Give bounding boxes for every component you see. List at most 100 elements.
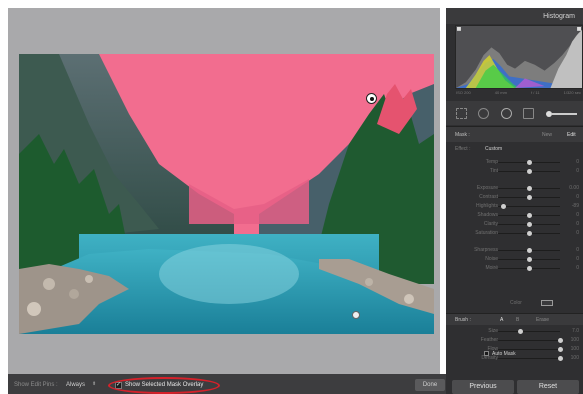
slider-value[interactable]: 0 — [576, 212, 579, 218]
slider-track[interactable] — [498, 160, 560, 165]
slider-row: Contrast 0 — [446, 194, 583, 201]
slider-value[interactable]: 0 — [576, 168, 579, 174]
slider-row: Moiré 0 — [446, 265, 583, 272]
show-edit-pins-select[interactable]: Always — [66, 382, 85, 388]
brush-handle[interactable] — [552, 113, 577, 115]
photo-preview[interactable] — [19, 54, 434, 334]
slider-row: Sharpness 0 — [446, 247, 583, 254]
slider-track[interactable] — [498, 222, 560, 227]
slider-value[interactable]: 100 — [571, 337, 579, 343]
automask-checkbox[interactable] — [484, 351, 489, 357]
histogram-info: ISO 200 40 mm f / 11 1/320 sec — [456, 90, 581, 95]
effect-select[interactable]: Custom — [485, 146, 502, 152]
slider-value[interactable]: 0.00 — [569, 185, 579, 191]
slider-knob[interactable] — [500, 204, 506, 209]
color-swatch[interactable] — [541, 300, 553, 306]
slider-track[interactable] — [498, 266, 560, 271]
slider-row: Feather 100 — [446, 337, 583, 344]
done-button[interactable]: Done — [415, 379, 445, 391]
graduated-filter-icon[interactable] — [523, 108, 534, 119]
slider-knob[interactable] — [527, 169, 532, 174]
slider-label: Temp — [485, 159, 498, 165]
slider-track[interactable] — [498, 169, 560, 174]
slider-row: Tint 0 — [446, 168, 583, 175]
slider-value[interactable]: 0 — [576, 159, 579, 165]
image-canvas — [8, 8, 440, 374]
brush-b-tab[interactable]: B — [516, 317, 519, 323]
slider-label: Tint — [489, 168, 498, 174]
edit-pin[interactable] — [352, 311, 360, 319]
slider-knob[interactable] — [517, 329, 523, 334]
histogram-header[interactable]: Histogram — [446, 8, 583, 24]
slider-track[interactable] — [498, 248, 560, 253]
slider-knob[interactable] — [558, 356, 563, 361]
slider-knob[interactable] — [527, 248, 532, 253]
slider-row: Highlights -89 — [446, 203, 583, 210]
edit-pin-active[interactable] — [366, 93, 377, 104]
slider-row: Exposure 0.00 — [446, 185, 583, 192]
slider-row: Saturation 0 — [446, 230, 583, 237]
shutter-info: 1/320 sec — [563, 90, 581, 95]
slider-track[interactable] — [498, 347, 563, 352]
automask-label: Auto Mask — [492, 351, 516, 357]
slider-track[interactable] — [498, 213, 560, 218]
brush-a-tab[interactable]: A — [500, 317, 503, 323]
slider-label: Size — [488, 328, 498, 334]
brush-erase-tab[interactable]: Erase — [536, 317, 549, 323]
red-eye-icon[interactable] — [501, 108, 512, 119]
aperture-info: f / 11 — [530, 90, 540, 95]
slider-value[interactable]: 100 — [571, 355, 579, 361]
slider-track[interactable] — [498, 186, 560, 191]
slider-value[interactable]: 0 — [576, 194, 579, 200]
brush-row: Brush : A B Erase — [446, 313, 583, 325]
slider-knob[interactable] — [527, 222, 532, 227]
chevron-updown-icon[interactable]: ⬍ — [92, 381, 96, 387]
slider-track[interactable] — [498, 195, 560, 200]
slider-knob[interactable] — [558, 347, 563, 352]
highlight-ellipse — [108, 377, 220, 394]
slider-label: Sharpness — [474, 247, 498, 253]
slider-track[interactable] — [498, 257, 560, 262]
slider-row: Temp 0 — [446, 159, 583, 166]
slider-label: Moiré — [485, 265, 498, 271]
slider-value[interactable]: -89 — [572, 203, 579, 209]
slider-value[interactable]: 100 — [571, 346, 579, 352]
slider-knob[interactable] — [527, 186, 532, 191]
slider-knob[interactable] — [527, 213, 532, 218]
slider-value[interactable]: 0 — [576, 247, 579, 253]
slider-label: Exposure — [476, 185, 498, 191]
slider-knob[interactable] — [527, 195, 532, 200]
show-edit-pins-label: Show Edit Pins : — [14, 382, 58, 388]
automask-row[interactable]: Auto Mask — [484, 351, 516, 357]
slider-knob[interactable] — [558, 338, 563, 343]
effect-row: Effect : Custom — [455, 146, 580, 152]
brush-label: Brush : — [455, 317, 471, 323]
slider-value[interactable]: 0 — [576, 230, 579, 236]
slider-track[interactable] — [498, 356, 563, 361]
slider-label: Saturation — [475, 230, 498, 236]
slider-knob[interactable] — [527, 266, 532, 271]
develop-panel: Histogram ISO 200 40 mm f / 11 1/320 sec… — [446, 8, 583, 394]
slider-track[interactable] — [498, 338, 563, 343]
slider-track[interactable] — [498, 204, 560, 209]
slider-track[interactable] — [498, 329, 560, 334]
mask-new-button[interactable]: New — [542, 132, 552, 138]
mask-edit-button[interactable]: Edit — [567, 132, 576, 138]
slider-value[interactable]: 0 — [576, 256, 579, 262]
reset-button[interactable]: Reset — [517, 380, 579, 394]
slider-row: Noise 0 — [446, 256, 583, 263]
crop-icon[interactable] — [456, 108, 467, 119]
slider-value[interactable]: 0 — [576, 265, 579, 271]
color-row: Color — [446, 300, 583, 308]
color-label: Color — [510, 300, 522, 306]
slider-value[interactable]: 7.0 — [572, 328, 579, 334]
slider-knob[interactable] — [527, 231, 532, 236]
slider-row: Clarity 0 — [446, 221, 583, 228]
previous-button[interactable]: Previous — [452, 380, 514, 394]
slider-knob[interactable] — [527, 257, 532, 262]
slider-value[interactable]: 0 — [576, 221, 579, 227]
slider-row: Shadows 0 — [446, 212, 583, 219]
slider-track[interactable] — [498, 231, 560, 236]
spot-removal-icon[interactable] — [478, 108, 489, 119]
slider-knob[interactable] — [527, 160, 532, 165]
